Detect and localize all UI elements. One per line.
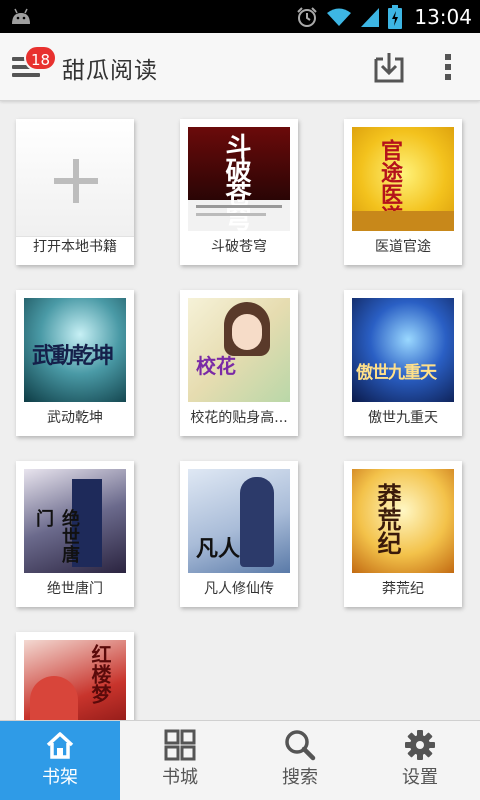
import-button[interactable] — [372, 51, 406, 83]
search-icon — [285, 730, 316, 761]
notification-badge: 18 — [24, 45, 58, 71]
battery-icon — [388, 4, 403, 29]
open-local-book-button[interactable]: 打开本地书籍 — [16, 119, 134, 265]
tab-label: 搜索 — [282, 767, 318, 788]
book-item[interactable]: 校花 校花的贴身高... — [180, 290, 298, 436]
book-item[interactable]: 红楼梦 — [16, 632, 134, 720]
tab-bookshelf[interactable]: 书架 — [0, 721, 120, 800]
android-icon — [12, 8, 30, 24]
book-cover: 凡人 — [188, 469, 290, 573]
book-label: 医道官途 — [375, 239, 431, 255]
tab-search[interactable]: 搜索 — [240, 721, 360, 800]
book-item[interactable]: 斗破苍穹 斗破苍穹 — [180, 119, 298, 265]
book-label: 武动乾坤 — [47, 410, 103, 426]
signal-icon — [361, 7, 380, 27]
book-cover: 绝世唐门 — [24, 469, 126, 573]
book-label: 打开本地书籍 — [33, 239, 117, 255]
tab-label: 设置 — [402, 767, 438, 788]
home-icon — [46, 732, 74, 759]
book-cover: 武動乾坤 — [24, 298, 126, 402]
book-item[interactable]: 武動乾坤 武动乾坤 — [16, 290, 134, 436]
book-item[interactable]: 凡人 凡人修仙传 — [180, 461, 298, 607]
book-cover: 莽荒纪 — [352, 469, 454, 573]
book-cover: 红楼梦 — [24, 640, 126, 720]
book-item[interactable]: 官途医道 医道官途 — [344, 119, 462, 265]
alarm-icon — [297, 6, 318, 27]
book-item[interactable]: 莽荒纪 莽荒纪 — [344, 461, 462, 607]
book-label: 斗破苍穹 — [211, 239, 267, 255]
download-icon — [374, 53, 404, 83]
bookshelf: 打开本地书籍 斗破苍穹 斗破苍穹 官途医道 医道官途 武動乾坤 武动乾坤 校花 … — [0, 101, 480, 720]
gear-icon — [405, 730, 435, 760]
more-vert-icon — [445, 54, 451, 80]
page-title: 甜瓜阅读 — [62, 58, 158, 84]
book-item[interactable]: 傲世九重天 傲世九重天 — [344, 290, 462, 436]
book-label: 傲世九重天 — [368, 410, 438, 426]
book-label: 莽荒纪 — [382, 581, 424, 597]
book-cover: 校花 — [188, 298, 290, 402]
bottom-navigation: 书架 书城 搜索 设置 — [0, 720, 480, 800]
tab-label: 书架 — [42, 767, 78, 788]
book-cover: 官途医道 — [352, 127, 454, 231]
tab-label: 书城 — [162, 767, 198, 788]
book-label: 凡人修仙传 — [204, 581, 274, 597]
action-bar: 18 甜瓜阅读 — [0, 33, 480, 101]
tab-settings[interactable]: 设置 — [360, 721, 480, 800]
tab-bookstore[interactable]: 书城 — [120, 721, 240, 800]
book-label: 绝世唐门 — [47, 581, 103, 597]
book-cover: 斗破苍穹 — [188, 127, 290, 231]
wifi-icon — [327, 8, 352, 26]
status-bar: 13:04 — [0, 0, 480, 33]
overflow-menu-button[interactable] — [436, 51, 460, 83]
book-cover: 傲世九重天 — [352, 298, 454, 402]
book-label: 校花的贴身高... — [190, 410, 288, 426]
book-item[interactable]: 绝世唐门 绝世唐门 — [16, 461, 134, 607]
grid-icon — [164, 729, 196, 761]
clock: 13:04 — [414, 4, 472, 29]
